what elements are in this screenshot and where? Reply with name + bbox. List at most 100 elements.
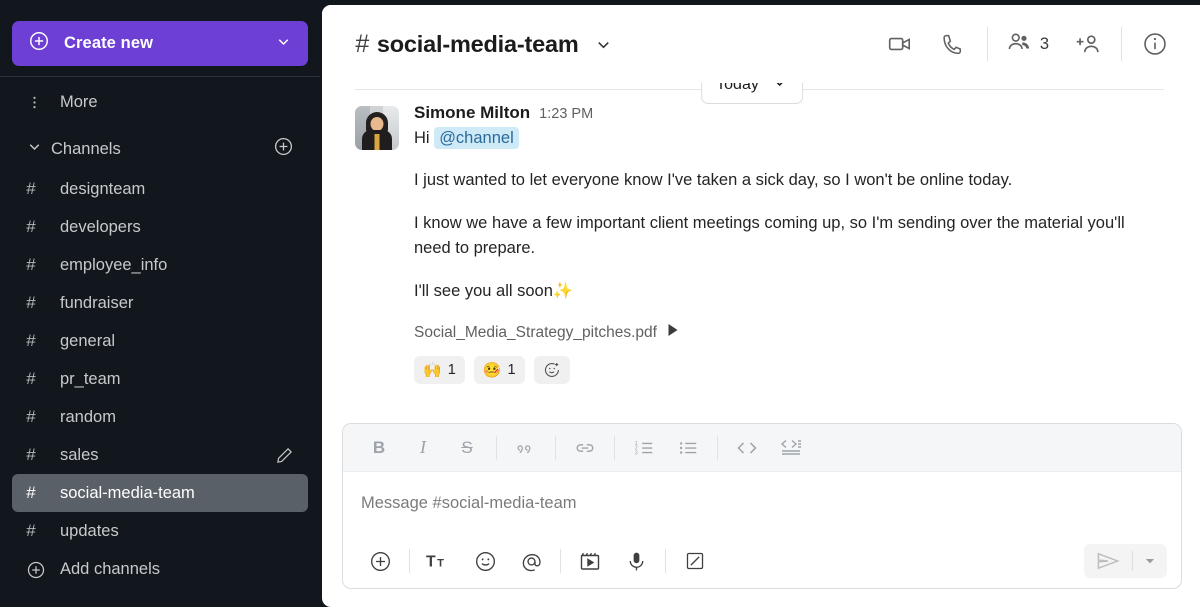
sidebar-item-updates[interactable]: # updates [12, 512, 308, 550]
composer-area: B I S 1 2 3 Message #social-media-team T… [322, 409, 1200, 607]
video-camera-icon[interactable] [873, 17, 927, 71]
add-channels-button[interactable]: Add channels [12, 550, 308, 589]
channel-name-label: general [60, 331, 116, 350]
sidebar-item-sales[interactable]: # sales [12, 436, 308, 474]
triangle-right-icon[interactable] [667, 323, 680, 342]
bold-button[interactable]: B [357, 429, 401, 467]
link-button[interactable] [563, 429, 607, 467]
send-button[interactable] [1084, 544, 1132, 578]
channel-name-label: sales [60, 445, 99, 464]
hash-icon: # [26, 293, 36, 312]
create-new-button[interactable]: Create new [12, 21, 308, 66]
message-timestamp: 1:23 PM [539, 106, 594, 122]
send-button-group [1084, 544, 1167, 578]
reaction-raised-hands[interactable]: 🙌 1 [414, 356, 465, 385]
channel-header: # social-media-team 3 [322, 5, 1200, 83]
svg-text:T: T [437, 558, 444, 570]
channel-list: # designteam # developers # employee_info # fun… [12, 170, 308, 550]
people-count: 3 [1039, 34, 1049, 53]
channels-section-header[interactable]: Channels [12, 128, 308, 170]
channel-name-label: pr_team [60, 369, 121, 388]
svg-text:3: 3 [635, 450, 638, 456]
add-channel-icon[interactable] [273, 136, 294, 162]
message-greeting-line: Hi @channel [414, 126, 1182, 150]
message-item: Simone Milton 1:23 PM Hi @channel I just… [322, 97, 1182, 385]
chat-app-window: Create new More Channels # designteam # … [0, 0, 1200, 607]
attachment-name: Social_Media_Strategy_pitches.pdf [414, 323, 657, 341]
reaction-count: 1 [447, 362, 456, 379]
divider [409, 549, 410, 573]
add-person-icon[interactable] [1061, 17, 1115, 71]
formatting-toolbar: B I S 1 2 3 [343, 424, 1181, 472]
message-header: Simone Milton 1:23 PM [414, 103, 1182, 123]
attach-plus-button[interactable] [357, 541, 403, 581]
avatar[interactable] [355, 106, 399, 150]
emoji-button[interactable] [462, 541, 508, 581]
main-panel: # social-media-team 3 Today Simone Milto… [322, 5, 1200, 607]
sidebar-item-social-media-team[interactable]: # social-media-team [12, 474, 308, 512]
attachment-row[interactable]: Social_Media_Strategy_pitches.pdf [414, 323, 1182, 342]
divider [717, 435, 718, 460]
channel-name-label: updates [60, 521, 119, 540]
voice-message-button[interactable] [613, 541, 659, 581]
divider [555, 435, 556, 460]
sidebar-item-general[interactable]: # general [12, 322, 308, 360]
day-pill-today[interactable]: Today [701, 83, 803, 104]
format-text-button[interactable]: T T [416, 541, 462, 581]
sidebar-item-random[interactable]: # random [12, 398, 308, 436]
mention-button[interactable] [508, 541, 554, 581]
message-list: Today Simone Milton 1:23 PM Hi @channel … [322, 83, 1200, 409]
reaction-face-with-thermometer[interactable]: 🤒 1 [473, 356, 525, 385]
header-actions: 3 [873, 17, 1182, 71]
divider [986, 27, 988, 61]
italic-button[interactable]: I [401, 429, 445, 467]
channel-name: social-media-team [376, 30, 579, 57]
channel-name-label: employee_info [60, 255, 168, 274]
sidebar-item-pr_team[interactable]: # pr_team [12, 360, 308, 398]
hash-icon: # [26, 179, 36, 198]
sidebar-item-fundraiser[interactable]: # fundraiser [12, 284, 308, 322]
more-vertical-icon [26, 94, 52, 111]
channel-title[interactable]: # social-media-team [355, 30, 613, 59]
ordered-list-button[interactable]: 1 2 3 [622, 429, 666, 467]
message-paragraph-3: I'll see you all soon✨ [414, 279, 1144, 304]
sidebar-item-more-label: More [60, 93, 98, 111]
send-options-chevron[interactable] [1133, 544, 1167, 578]
day-separator: Today [322, 83, 1182, 104]
loop-component-button[interactable] [672, 541, 718, 581]
bulleted-list-button[interactable] [666, 429, 710, 467]
message-composer: B I S 1 2 3 Message #social-media-team T… [342, 423, 1182, 589]
channel-mention[interactable]: @channel [434, 127, 519, 149]
reaction-bar: 🙌 1 🤒 1 [414, 356, 1182, 385]
info-circle-icon[interactable] [1128, 17, 1182, 71]
sidebar-item-designteam[interactable]: # designteam [12, 170, 308, 208]
sidebar-item-developers[interactable]: # developers [12, 208, 308, 246]
quote-button[interactable] [504, 429, 548, 467]
channel-name-label: designteam [60, 179, 146, 198]
code-block-button[interactable] [769, 429, 813, 467]
code-button[interactable] [725, 429, 769, 467]
add-reaction-button[interactable] [533, 356, 570, 385]
hash-icon: # [26, 255, 36, 274]
pencil-icon[interactable] [275, 446, 294, 465]
hash-icon: # [26, 217, 36, 236]
chevron-down-icon[interactable] [594, 35, 613, 54]
sidebar-divider [0, 76, 320, 77]
sidebar-item-employee_info[interactable]: # employee_info [12, 246, 308, 284]
channels-section-label: Channels [51, 139, 121, 158]
giphy-button[interactable] [567, 541, 613, 581]
hash-icon: # [355, 29, 369, 58]
phone-icon[interactable] [927, 17, 981, 71]
message-input[interactable]: Message #social-media-team [343, 472, 1181, 534]
hash-icon: # [26, 483, 36, 502]
divider [1121, 27, 1122, 61]
plus-circle-icon [28, 30, 50, 57]
strikethrough-button[interactable]: S [445, 429, 489, 467]
channel-name-label: random [60, 407, 116, 426]
sidebar-item-more[interactable]: More [12, 83, 308, 122]
divider [614, 435, 615, 460]
message-paragraph-1: I just wanted to let everyone know I've … [414, 171, 1013, 190]
people-button[interactable]: 3 [994, 17, 1061, 71]
channel-name-label: social-media-team [60, 483, 195, 502]
add-channels-label: Add channels [60, 560, 160, 578]
